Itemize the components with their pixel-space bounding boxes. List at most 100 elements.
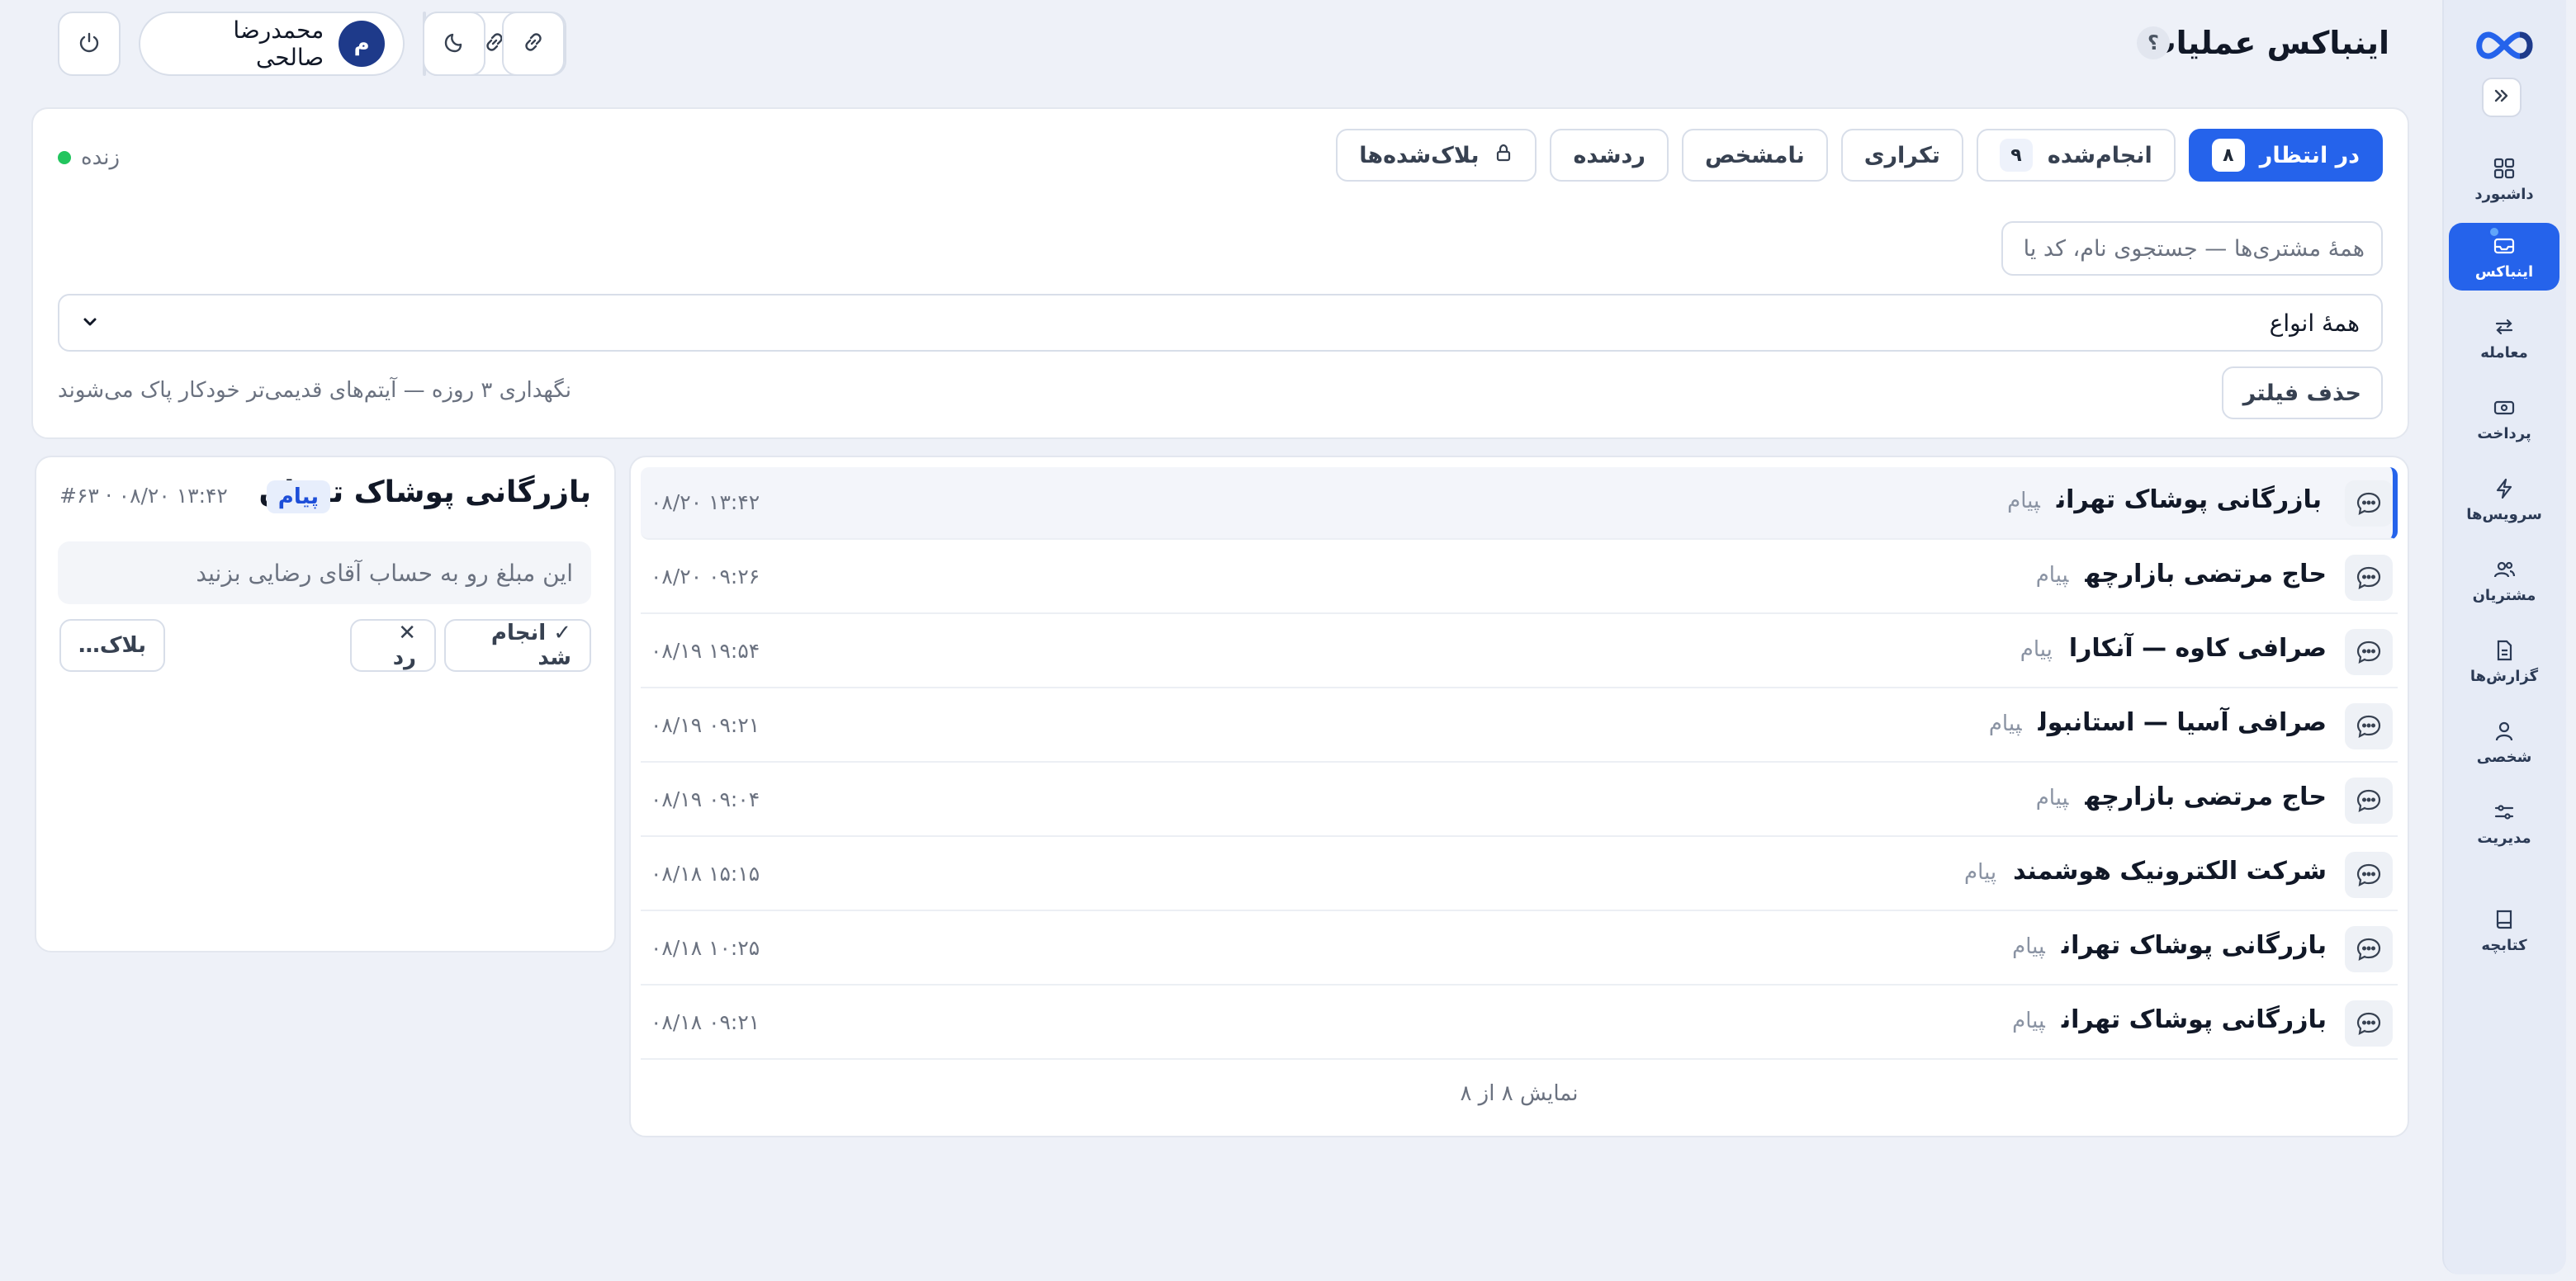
tab-pending[interactable]: در انتظار ۸ bbox=[2188, 129, 2383, 182]
list-item-time: ۰۸/۱۹ ۰۹:۲۱ bbox=[651, 713, 760, 737]
power-icon bbox=[78, 31, 101, 57]
list-item[interactable]: بازرگانی پوشاک تهرانپیام ۰۸/۲۰ ۱۳:۴۲ bbox=[641, 467, 2398, 540]
sidebar-item-label: مدیریت bbox=[2477, 829, 2531, 847]
list-item-time: ۰۸/۱۸ ۱۵:۱۵ bbox=[651, 862, 760, 886]
tab-label: بلاک‌شده‌ها bbox=[1359, 142, 1480, 168]
tab-rejected[interactable]: ردشده bbox=[1550, 129, 1669, 182]
live-status: زنده bbox=[58, 145, 120, 170]
tab-label: نامشخص bbox=[1704, 142, 1805, 168]
theme-toggle-button[interactable] bbox=[423, 12, 485, 76]
person-icon bbox=[2492, 719, 2517, 744]
moon-icon bbox=[443, 31, 466, 57]
tab-unknown[interactable]: نامشخص bbox=[1681, 129, 1828, 182]
list-item-title: بازرگانی پوشاک تهرانپیام bbox=[2012, 1005, 2327, 1034]
sidebar-item-reports[interactable]: گزارش‌ها bbox=[2449, 627, 2559, 695]
tab-label: انجام‌شده bbox=[2047, 142, 2152, 168]
list-item[interactable]: صرافی آسیا — استانبولپیام ۰۸/۱۹ ۰۹:۲۱ bbox=[641, 690, 2398, 763]
message-icon bbox=[2345, 629, 2393, 675]
cash-icon bbox=[2492, 395, 2517, 420]
tab-done[interactable]: انجام‌شده ۹ bbox=[1976, 129, 2176, 182]
sidebar-item-personal[interactable]: شخصی bbox=[2449, 708, 2559, 776]
report-icon bbox=[2492, 638, 2517, 663]
list-item[interactable]: حاج مرتضی بازارچهپیام ۰۸/۱۹ ۰۹:۰۴ bbox=[641, 764, 2398, 837]
sidebar-item-handbook[interactable]: کتابچه bbox=[2449, 896, 2559, 964]
message-icon bbox=[2345, 1000, 2393, 1047]
grid-icon bbox=[2492, 156, 2517, 181]
list-item[interactable]: صرافی کاوه — آنکاراپیام ۰۸/۱۹ ۱۹:۵۴ bbox=[641, 616, 2398, 688]
list-item-title: شرکت الکترونیک هوشمندپیام bbox=[1964, 857, 2327, 886]
tab-label: ردشده bbox=[1573, 142, 1646, 168]
type-select-value: همهٔ انواع bbox=[2269, 309, 2360, 337]
swap-icon bbox=[2492, 314, 2517, 339]
list-item-time: ۰۸/۱۹ ۰۹:۰۴ bbox=[651, 787, 760, 811]
sidebar-item-admin[interactable]: مدیریت bbox=[2449, 789, 2559, 857]
list-item-title: صرافی کاوه — آنکاراپیام bbox=[2020, 634, 2327, 663]
list-item-title: صرافی آسیا — استانبولپیام bbox=[1988, 708, 2327, 737]
book-icon bbox=[2492, 907, 2517, 932]
list-item-time: ۰۸/۱۸ ۱۰:۲۵ bbox=[651, 936, 760, 960]
inbox-list: بازرگانی پوشاک تهرانپیام ۰۸/۲۰ ۱۳:۴۲ حاج… bbox=[629, 456, 2409, 1137]
sidebar-item-label: کتابچه bbox=[2481, 936, 2527, 954]
detail-meta: #۶۳ · ۰۸/۲۰ ۱۳:۴۲ bbox=[59, 484, 228, 508]
message-icon bbox=[2345, 926, 2393, 972]
live-dot-icon bbox=[58, 151, 71, 164]
copy-link-button[interactable] bbox=[502, 12, 565, 76]
link-icon bbox=[522, 31, 545, 57]
notification-dot bbox=[2488, 226, 2500, 238]
sidebar-item-label: گزارش‌ها bbox=[2469, 667, 2539, 685]
list-item-time: ۰۸/۱۸ ۰۹:۲۱ bbox=[651, 1010, 760, 1034]
sidebar-item-inbox[interactable]: اینباکس bbox=[2449, 223, 2559, 291]
detail-panel: بازرگانی پوشاک تهران پیام #۶۳ · ۰۸/۲۰ ۱۳… bbox=[35, 456, 616, 952]
list-item-title: بازرگانی پوشاک تهرانپیام bbox=[2007, 485, 2322, 514]
list-count-footer: نمایش ۸ از ۸ bbox=[1460, 1081, 1579, 1106]
list-item[interactable]: بازرگانی پوشاک تهرانپیام ۰۸/۱۸ ۰۹:۲۱ bbox=[641, 987, 2398, 1060]
list-item[interactable]: حاج مرتضی بازارچهپیام ۰۸/۲۰ ۰۹:۲۶ bbox=[641, 541, 2398, 614]
sliders-icon bbox=[2492, 800, 2517, 825]
message-body: این مبلغ رو به حساب آقای رضایی بزنید bbox=[58, 541, 591, 604]
sidebar-item-services[interactable]: سرویس‌ها bbox=[2449, 466, 2559, 533]
sidebar-item-label: اینباکس bbox=[2474, 262, 2534, 281]
block-button[interactable]: بلاک… bbox=[59, 619, 165, 672]
page-title: اینباکس عملیات bbox=[2144, 25, 2389, 61]
tab-label: در انتظار bbox=[2259, 142, 2360, 168]
status-tabs: در انتظار ۸ انجام‌شده ۹ تکراری نامشخص رد… bbox=[1336, 129, 2383, 182]
type-badge: پیام bbox=[266, 480, 330, 513]
infinity-logo-icon[interactable] bbox=[2470, 26, 2538, 64]
message-icon bbox=[2345, 778, 2393, 824]
bolt-icon bbox=[2492, 476, 2517, 501]
list-item-title: حاج مرتضی بازارچهپیام bbox=[2035, 782, 2327, 811]
users-icon bbox=[2492, 557, 2517, 582]
sidebar-item-label: پرداخت bbox=[2477, 424, 2531, 442]
tab-label: تکراری bbox=[1863, 142, 1940, 168]
list-item-title: حاج مرتضی بازارچهپیام bbox=[2035, 560, 2327, 589]
avatar: م bbox=[339, 21, 385, 67]
user-menu[interactable]: م محمدرضا صالحی bbox=[139, 12, 405, 76]
tab-blocked[interactable]: بلاک‌شده‌ها bbox=[1336, 129, 1537, 182]
sidebar-item-payment[interactable]: پرداخت bbox=[2449, 385, 2559, 452]
tab-count: ۹ bbox=[1999, 139, 2033, 172]
list-item-time: ۰۸/۱۹ ۱۹:۵۴ bbox=[651, 639, 760, 663]
filter-panel: در انتظار ۸ انجام‌شده ۹ تکراری نامشخص رد… bbox=[31, 107, 2409, 439]
list-item-title: بازرگانی پوشاک تهرانپیام bbox=[2012, 931, 2327, 960]
chevrons-right-icon bbox=[2493, 87, 2511, 108]
lock-icon bbox=[1494, 143, 1513, 168]
sidebar-item-customers[interactable]: مشتریان bbox=[2449, 546, 2559, 614]
tab-duplicate[interactable]: تکراری bbox=[1840, 129, 1963, 182]
search-input[interactable] bbox=[2001, 221, 2383, 276]
live-label: زنده bbox=[81, 145, 121, 170]
sidebar-item-dashboard[interactable]: داشبورد bbox=[2449, 145, 2559, 213]
sidebar-item-label: سرویس‌ها bbox=[2466, 505, 2542, 523]
logout-button[interactable] bbox=[58, 12, 121, 76]
help-button[interactable]: ؟ bbox=[2137, 26, 2170, 59]
chevron-down-icon bbox=[81, 310, 99, 337]
sidebar-item-label: داشبورد bbox=[2474, 185, 2534, 203]
list-item[interactable]: بازرگانی پوشاک تهرانپیام ۰۸/۱۸ ۱۰:۲۵ bbox=[641, 913, 2398, 986]
clear-filter-button[interactable]: حذف فیلتر bbox=[2221, 366, 2383, 419]
sidebar-item-trade[interactable]: معامله bbox=[2449, 304, 2559, 371]
reject-button[interactable]: ✕ رد bbox=[350, 619, 436, 672]
sidebar-collapse-button[interactable] bbox=[2482, 78, 2522, 117]
mark-done-button[interactable]: ✓ انجام شد bbox=[444, 619, 591, 672]
type-select[interactable]: همهٔ انواع bbox=[58, 294, 2383, 352]
message-icon bbox=[2345, 852, 2393, 898]
list-item[interactable]: شرکت الکترونیک هوشمندپیام ۰۸/۱۸ ۱۵:۱۵ bbox=[641, 839, 2398, 911]
